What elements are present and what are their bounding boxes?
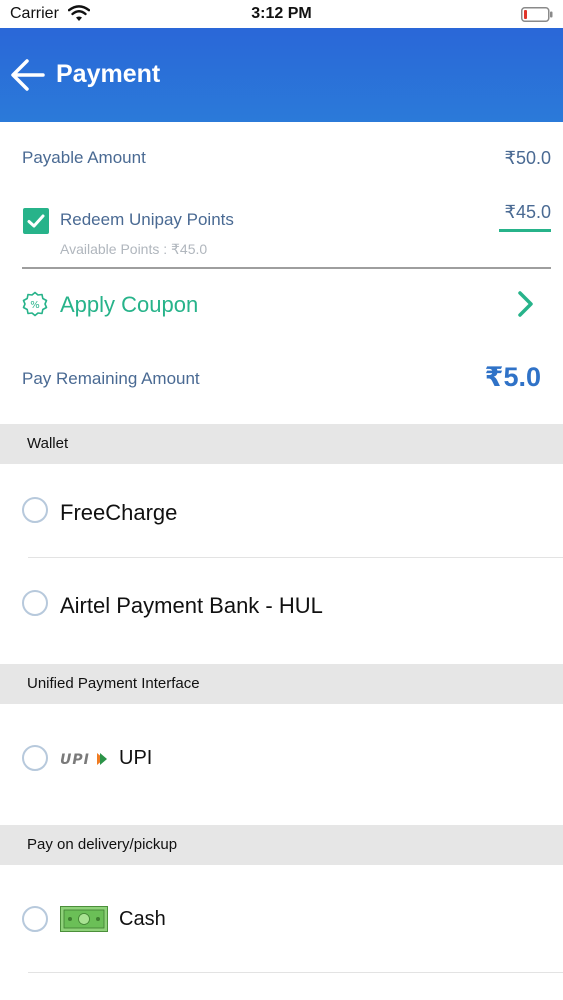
- svg-text:%: %: [30, 300, 40, 311]
- page-title: Payment: [56, 60, 161, 88]
- redeem-amount-field[interactable]: ₹45.0: [499, 202, 551, 232]
- status-bar: Carrier 3:12 PM: [0, 0, 563, 28]
- wallet-option-airtel[interactable]: Airtel Payment Bank - HUL: [0, 558, 563, 663]
- divider: [28, 972, 563, 973]
- battery-icon: [521, 7, 553, 22]
- radio-button[interactable]: [22, 497, 48, 523]
- available-points-text: Available Points : ₹45.0: [60, 241, 208, 257]
- radio-button[interactable]: [22, 590, 48, 616]
- checkmark-icon: [27, 214, 45, 228]
- upi-option[interactable]: UPI UPI: [0, 704, 563, 824]
- wallet-option-freecharge[interactable]: FreeCharge: [0, 464, 563, 557]
- remaining-amount-label: Pay Remaining Amount: [22, 369, 200, 388]
- option-label: Cash: [119, 908, 166, 930]
- wallet-section-header: Wallet: [0, 424, 563, 464]
- option-label: FreeCharge: [60, 500, 178, 525]
- redeem-points-checkbox[interactable]: [23, 208, 49, 234]
- status-time: 3:12 PM: [251, 5, 312, 22]
- section-title: Pay on delivery/pickup: [27, 836, 178, 853]
- svg-text:UPI: UPI: [60, 752, 90, 767]
- arrow-left-icon[interactable]: [10, 58, 46, 92]
- option-label: UPI: [119, 747, 153, 769]
- radio-button[interactable]: [22, 745, 48, 771]
- chevron-right-icon[interactable]: [517, 290, 535, 318]
- payable-amount-value: ₹50.0: [504, 148, 552, 168]
- section-title: Wallet: [27, 435, 69, 452]
- section-title: Unified Payment Interface: [27, 675, 200, 692]
- upi-logo-icon: UPI: [60, 752, 107, 767]
- divider: [22, 267, 551, 269]
- upi-section-header: Unified Payment Interface: [0, 664, 563, 704]
- cash-icon: [60, 906, 108, 932]
- apply-coupon-button[interactable]: Apply Coupon: [60, 292, 198, 318]
- option-label: Airtel Payment Bank - HUL: [60, 593, 323, 618]
- app-header: Payment: [0, 28, 563, 122]
- payable-amount-label: Payable Amount: [22, 148, 146, 167]
- cash-option[interactable]: Cash: [0, 865, 563, 972]
- remaining-amount-value: ₹5.0: [484, 362, 541, 392]
- redeem-points-label: Redeem Unipay Points: [60, 210, 234, 229]
- delivery-section-header: Pay on delivery/pickup: [0, 825, 563, 865]
- radio-button[interactable]: [22, 906, 48, 932]
- coupon-badge-icon: %: [22, 291, 48, 317]
